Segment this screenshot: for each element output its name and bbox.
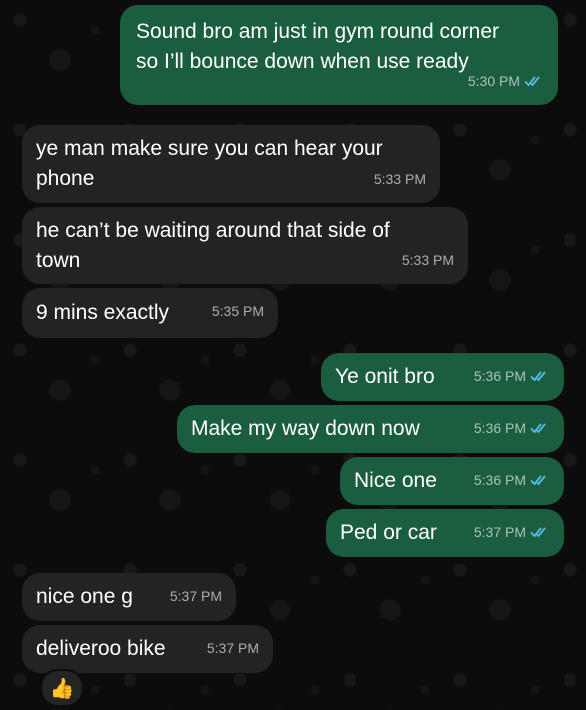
message-text: ye man make sure you can hear your phone xyxy=(36,137,383,190)
message-bubble-incoming[interactable]: nice one g 5:37 PM xyxy=(22,573,236,621)
message-bubble-outgoing[interactable]: Sound bro am just in gym round corner so… xyxy=(120,5,558,105)
message-meta: 5:33 PM xyxy=(402,245,454,275)
message-time: 5:33 PM xyxy=(401,252,454,268)
message-meta: 5:30 PM xyxy=(468,66,544,96)
message-bubble-outgoing[interactable]: Make my way down now 5:36 PM xyxy=(177,405,564,453)
message-meta: 5:36 PM xyxy=(474,361,550,391)
double-check-icon xyxy=(530,475,546,486)
message-bubble-outgoing[interactable]: Ped or car 5:37 PM xyxy=(326,509,564,557)
message-meta: 5:35 PM xyxy=(212,296,264,326)
message-meta: 5:36 PM xyxy=(474,413,550,443)
message-bubble-outgoing[interactable]: Ye onit bro 5:36 PM xyxy=(321,353,564,401)
message-text: he can’t be waiting around that side of … xyxy=(36,219,390,272)
message-bubble-incoming[interactable]: 9 mins exactly 5:35 PM xyxy=(22,288,278,338)
message-bubble-incoming[interactable]: deliveroo bike 5:37 PM xyxy=(22,625,273,673)
message-meta: 5:37 PM xyxy=(207,633,259,663)
message-meta: 5:37 PM xyxy=(474,517,550,547)
message-meta: 5:33 PM xyxy=(374,164,426,194)
message-time: 5:37 PM xyxy=(169,588,222,604)
message-bubble-outgoing[interactable]: Nice one 5:36 PM xyxy=(340,457,564,505)
double-check-icon xyxy=(530,527,546,538)
message-meta: 5:36 PM xyxy=(474,465,550,495)
message-meta: 5:37 PM xyxy=(170,581,222,611)
message-time: 5:30 PM xyxy=(467,73,520,89)
double-check-icon xyxy=(524,76,540,87)
message-time: 5:33 PM xyxy=(373,171,426,187)
message-time: 5:36 PM xyxy=(473,368,526,384)
double-check-icon xyxy=(530,371,546,382)
message-bubble-incoming[interactable]: he can’t be waiting around that side of … xyxy=(22,207,468,284)
reaction-badge[interactable]: 👍 xyxy=(40,669,84,707)
double-check-icon xyxy=(530,423,546,434)
message-time: 5:37 PM xyxy=(206,640,259,656)
message-time: 5:37 PM xyxy=(473,524,526,540)
thumbs-up-icon: 👍 xyxy=(49,677,75,700)
message-time: 5:36 PM xyxy=(473,420,526,436)
message-time: 5:36 PM xyxy=(473,472,526,488)
message-time: 5:35 PM xyxy=(211,303,264,319)
message-bubble-incoming[interactable]: ye man make sure you can hear your phone… xyxy=(22,125,440,203)
